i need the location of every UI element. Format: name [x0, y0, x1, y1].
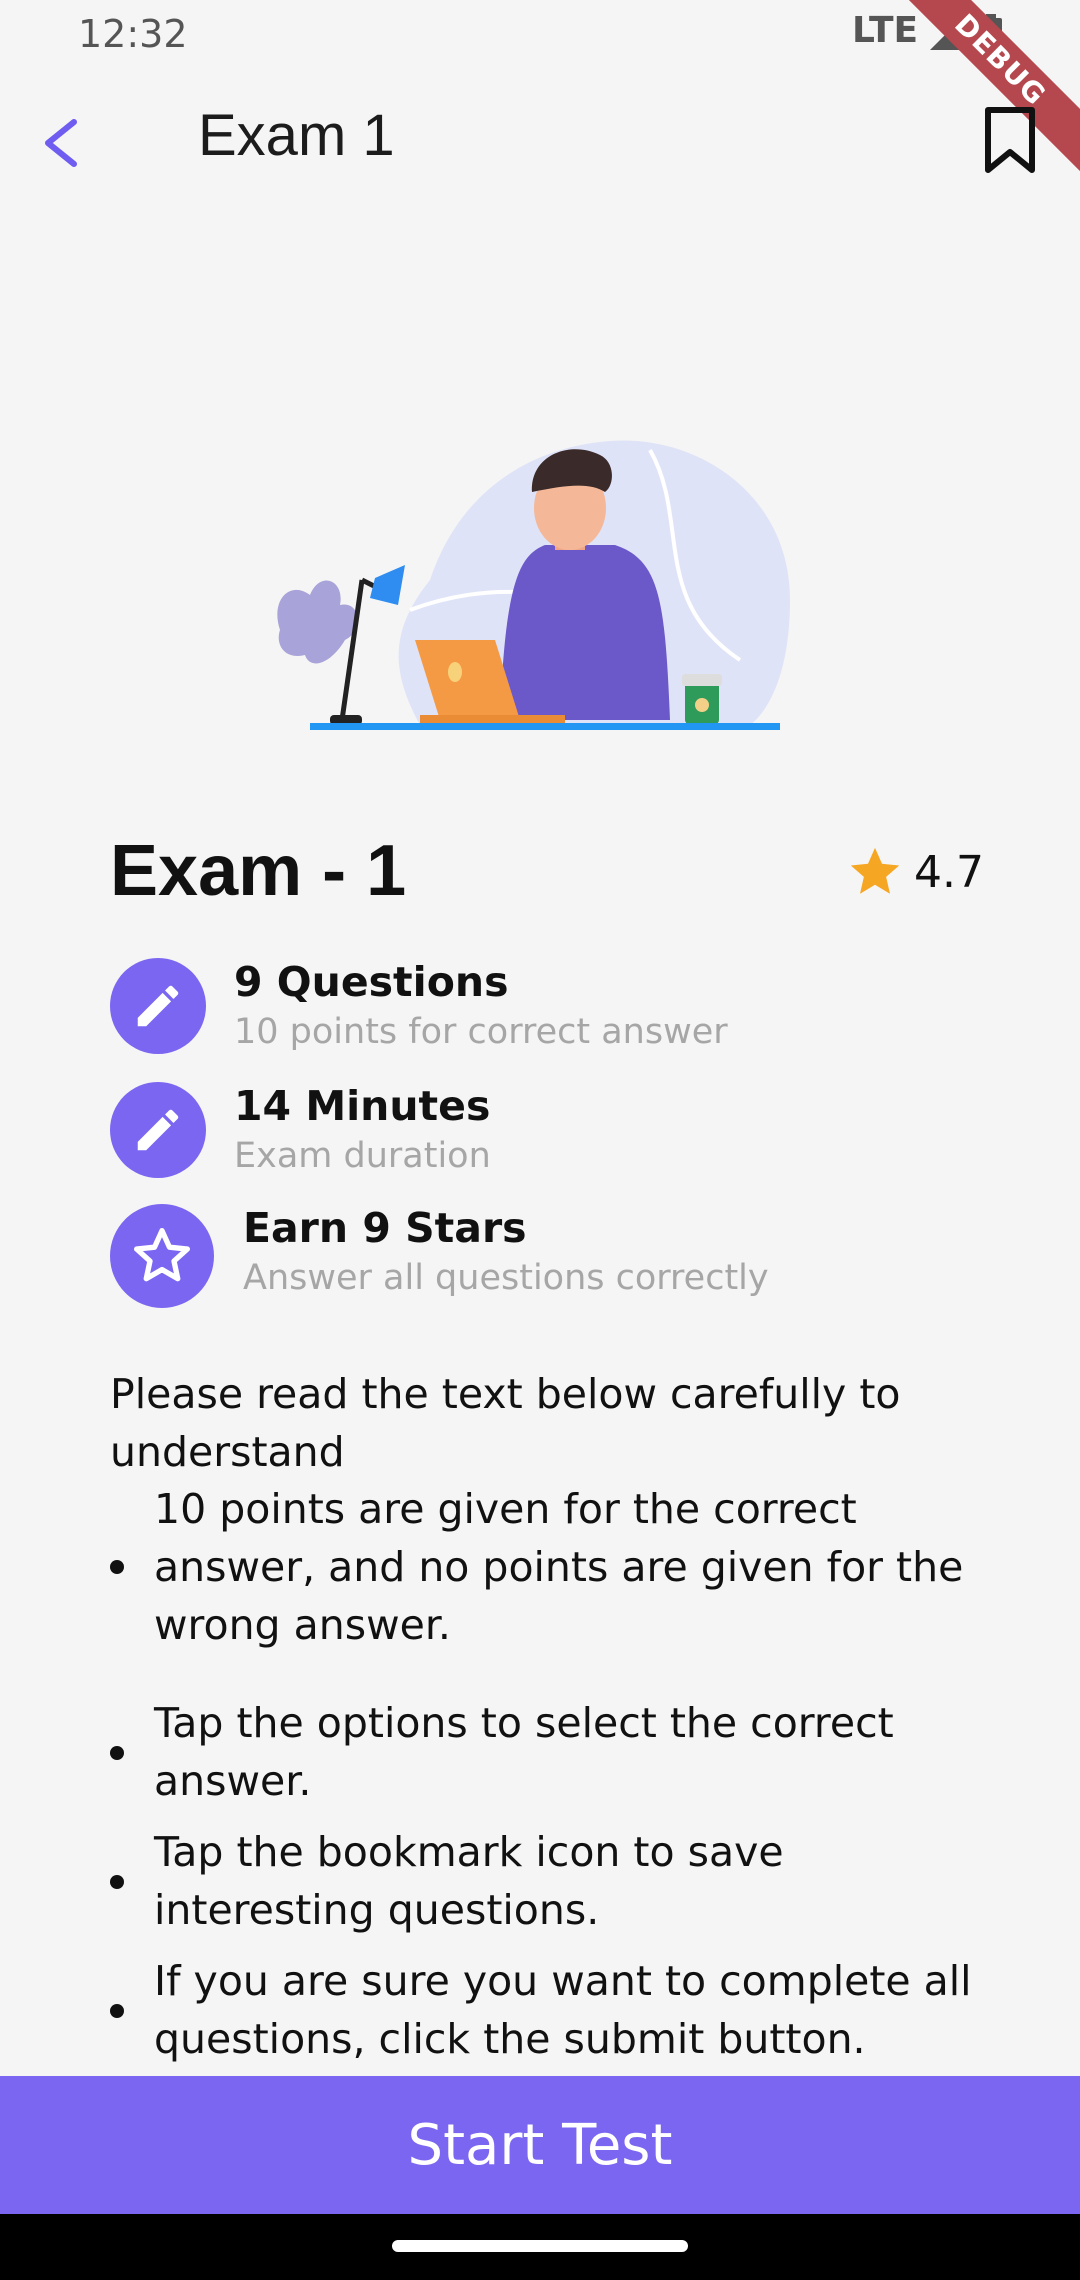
questions-info: 9 Questions 10 points for correct answer [110, 958, 1010, 1058]
rule-text: If you are sure you want to complete all… [154, 1957, 972, 2063]
rule-text: Tap the options to select the correct an… [154, 1699, 894, 1805]
stars-info: Earn 9 Stars Answer all questions correc… [110, 1204, 1010, 1308]
instructions-intro: Please read the text below carefully to … [110, 1370, 901, 1476]
system-nav-bar [0, 2214, 1080, 2280]
rule-item: 10 points are given for the correct answ… [110, 1480, 970, 1654]
status-bar: 12:32 LTE [0, 0, 1080, 72]
star-outline-icon [110, 1204, 214, 1308]
rule-item: Tap the bookmark icon to save interestin… [110, 1823, 970, 1939]
status-time: 12:32 [78, 12, 188, 56]
rule-text: 10 points are given for the correct answ… [154, 1485, 964, 1649]
studying-illustration [277, 440, 790, 730]
rating-value: 4.7 [914, 846, 984, 898]
rule-item: If you are sure you want to complete all… [110, 1952, 972, 2068]
stars-label: Answer all questions correctly [243, 1258, 769, 1298]
rule-text: Tap the bookmark icon to save interestin… [154, 1828, 784, 1934]
network-type: LTE [852, 10, 919, 51]
exam-heading: Exam - 1 [110, 831, 407, 911]
questions-count: 9 Questions [234, 958, 509, 1006]
bullet-dot [110, 1875, 124, 1889]
app-title: Exam 1 [198, 103, 395, 168]
pencil-icon [110, 958, 206, 1054]
start-test-button[interactable]: Start Test [0, 2076, 1080, 2214]
pencil-icon [110, 1082, 206, 1178]
duration-value: 14 Minutes [234, 1082, 491, 1130]
home-indicator[interactable] [392, 2240, 688, 2252]
bullet-dot [110, 2004, 124, 2018]
rating: 4.7 [846, 842, 984, 902]
star-icon [850, 847, 900, 894]
bookmark-icon[interactable] [980, 104, 1040, 176]
questions-points: 10 points for correct answer [234, 1012, 728, 1052]
stars-value: Earn 9 Stars [243, 1204, 527, 1252]
rule-item: Tap the options to select the correct an… [110, 1694, 970, 1810]
duration-info: 14 Minutes Exam duration [110, 1082, 1010, 1182]
back-button[interactable] [36, 108, 86, 178]
duration-label: Exam duration [234, 1136, 491, 1176]
bullet-dot [110, 1746, 124, 1760]
bullet-dot [110, 1560, 124, 1574]
